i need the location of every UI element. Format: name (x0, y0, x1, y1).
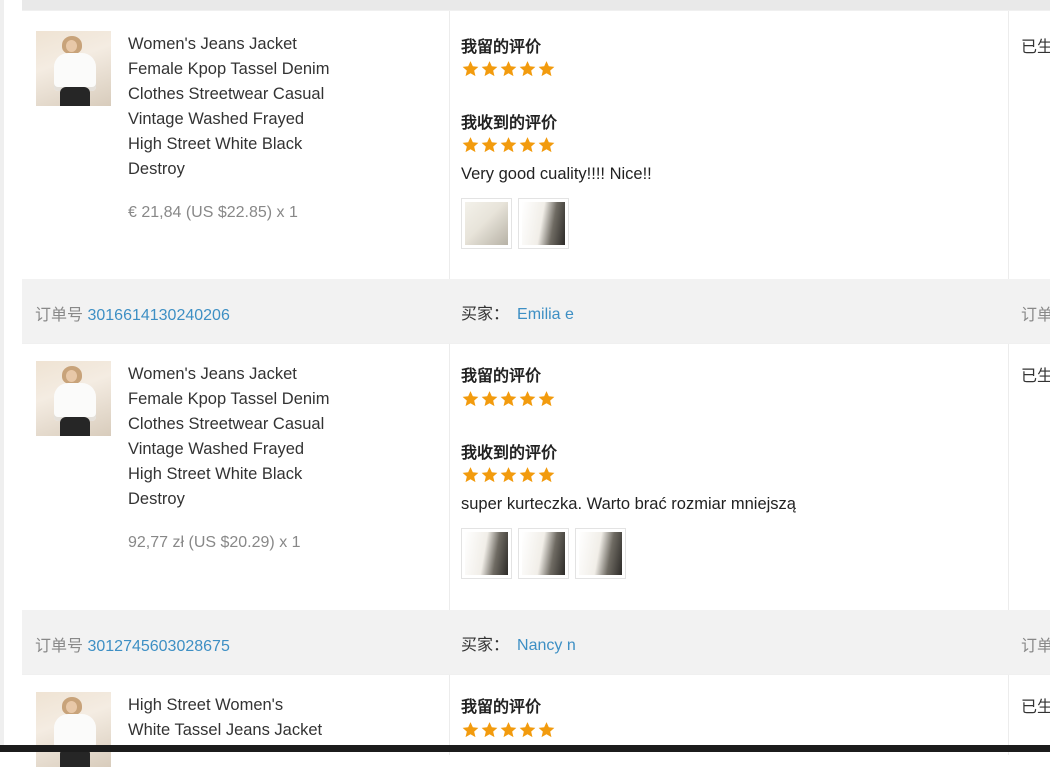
table-top-strip (22, 0, 1050, 10)
product-title-line[interactable]: Women's Jeans Jacket (128, 32, 348, 57)
order-status: 已生 (1021, 39, 1050, 56)
star-icon (480, 60, 499, 78)
column-divider (1008, 675, 1009, 755)
review-photos (461, 198, 569, 249)
order-number-link[interactable]: 3016614130240206 (87, 307, 229, 324)
star-icon (518, 466, 537, 484)
order-status: 已生 (1021, 368, 1050, 385)
star-icon (518, 390, 537, 408)
buyer-label: 买家： (461, 637, 510, 654)
product-title-line[interactable]: White Tassel Jeans Jacket (128, 718, 348, 743)
review-comment: super kurteczka. Warto brać rozmiar mnie… (461, 495, 796, 513)
my-review-label: 我留的评价 (461, 39, 542, 56)
star-icon (461, 466, 480, 484)
received-rating-stars (461, 136, 556, 154)
review-photo[interactable] (518, 528, 569, 579)
received-review-label: 我收到的评价 (461, 115, 558, 132)
order-header-right: 订单 (1021, 307, 1050, 324)
product-thumbnail[interactable] (36, 361, 111, 436)
buyer-name-link[interactable]: Nancy n (517, 637, 576, 654)
column-divider (1008, 344, 1009, 610)
star-icon (499, 466, 518, 484)
received-review-label: 我收到的评价 (461, 445, 558, 462)
buyer-label: 买家： (461, 306, 510, 323)
product-price: 92,77 zł (US $20.29) x 1 (128, 534, 301, 551)
product-title-line[interactable]: Female Kpop Tassel Denim (128, 387, 348, 412)
column-divider (449, 675, 450, 755)
star-icon (537, 136, 556, 154)
my-rating-stars (461, 721, 556, 739)
product-title-line[interactable]: Clothes Streetwear Casual (128, 412, 348, 437)
my-rating-stars (461, 390, 556, 408)
my-rating-stars (461, 60, 556, 78)
order-row: Women's Jeans Jacket Female Kpop Tassel … (22, 10, 1050, 279)
buyer-field: 买家： Nancy n (461, 631, 576, 655)
star-icon (461, 136, 480, 154)
product-title-line[interactable]: Clothes Streetwear Casual (128, 82, 348, 107)
product-title[interactable]: High Street Women's White Tassel Jeans J… (128, 693, 348, 743)
column-divider (449, 11, 450, 279)
star-icon (499, 136, 518, 154)
order-number-field: 订单号 3016614130240206 (35, 301, 230, 325)
star-icon (461, 721, 480, 739)
review-photo[interactable] (575, 528, 626, 579)
bottom-taskbar-edge (0, 745, 1050, 752)
product-title[interactable]: Women's Jeans Jacket Female Kpop Tassel … (128, 362, 348, 512)
evaluation-table: Women's Jeans Jacket Female Kpop Tassel … (22, 10, 1050, 767)
order-number-link[interactable]: 3012745603028675 (87, 638, 229, 655)
review-photo[interactable] (461, 198, 512, 249)
review-photo[interactable] (518, 198, 569, 249)
product-price: € 21,84 (US $22.85) x 1 (128, 204, 298, 221)
product-title-line[interactable]: Women's Jeans Jacket (128, 362, 348, 387)
star-icon (518, 721, 537, 739)
received-rating-stars (461, 466, 556, 484)
buyer-name-link[interactable]: Emilia e (517, 306, 574, 323)
star-icon (480, 136, 499, 154)
star-icon (537, 390, 556, 408)
review-photo[interactable] (461, 528, 512, 579)
star-icon (537, 721, 556, 739)
product-title-line[interactable]: Vintage Washed Frayed (128, 107, 348, 132)
order-header-right: 订单 (1021, 638, 1050, 655)
product-thumbnail[interactable] (36, 692, 111, 767)
star-icon (480, 390, 499, 408)
star-icon (461, 390, 480, 408)
star-icon (499, 721, 518, 739)
product-title-line[interactable]: Destroy (128, 157, 348, 182)
star-icon (499, 60, 518, 78)
column-divider (449, 344, 450, 610)
product-title-line[interactable]: Vintage Washed Frayed (128, 437, 348, 462)
star-icon (537, 466, 556, 484)
window-left-edge (0, 0, 4, 752)
my-review-label: 我留的评价 (461, 368, 542, 385)
review-comment: Very good cuality!!!! Nice!! (461, 165, 652, 183)
order-row: High Street Women's White Tassel Jeans J… (22, 674, 1050, 767)
product-thumbnail[interactable] (36, 31, 111, 106)
product-title-line[interactable]: Female Kpop Tassel Denim (128, 57, 348, 82)
product-title-line[interactable]: Destroy (128, 487, 348, 512)
product-title-line[interactable]: High Street Women's (128, 693, 348, 718)
star-icon (480, 721, 499, 739)
star-icon (518, 60, 537, 78)
star-icon (537, 60, 556, 78)
star-icon (480, 466, 499, 484)
order-status: 已生 (1021, 699, 1050, 716)
star-icon (518, 136, 537, 154)
my-review-label: 我留的评价 (461, 699, 542, 716)
order-number-field: 订单号 3012745603028675 (35, 632, 230, 656)
order-header: 订单号 3016614130240206 买家： Emilia e 订单 (22, 279, 1050, 343)
star-icon (499, 390, 518, 408)
product-title[interactable]: Women's Jeans Jacket Female Kpop Tassel … (128, 32, 348, 182)
buyer-field: 买家： Emilia e (461, 300, 574, 324)
column-divider (1008, 11, 1009, 279)
order-row: Women's Jeans Jacket Female Kpop Tassel … (22, 343, 1050, 610)
product-title-line[interactable]: High Street White Black (128, 132, 348, 157)
order-header: 订单号 3012745603028675 买家： Nancy n 订单 (22, 610, 1050, 674)
star-icon (461, 60, 480, 78)
product-title-line[interactable]: High Street White Black (128, 462, 348, 487)
review-photos (461, 528, 626, 579)
order-number-label: 订单号 (35, 307, 84, 324)
order-number-label: 订单号 (35, 638, 84, 655)
